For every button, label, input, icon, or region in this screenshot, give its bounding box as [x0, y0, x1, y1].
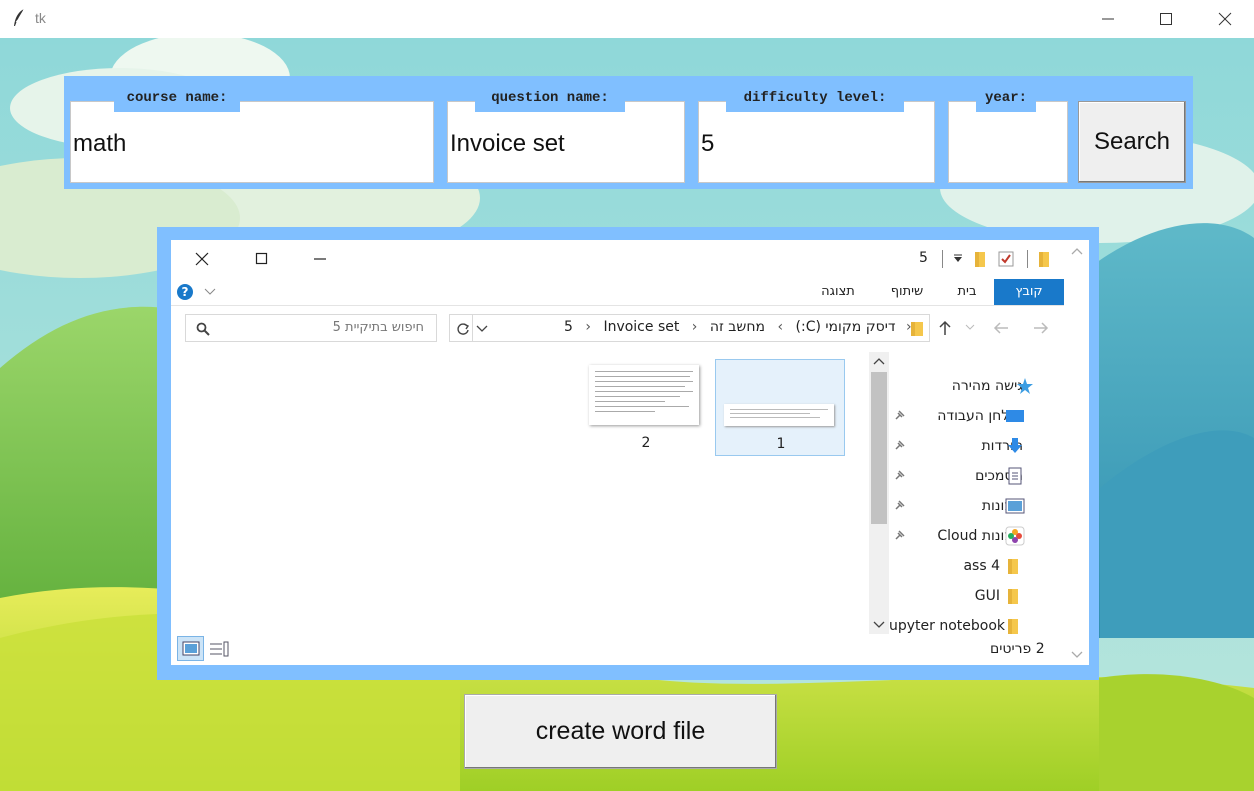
- explorer-minimize-icon[interactable]: [313, 252, 327, 266]
- photos-app-icon: [1005, 526, 1025, 546]
- up-arrow-icon[interactable]: [938, 320, 952, 336]
- nav-item-gui[interactable]: GUI: [975, 585, 1000, 607]
- folder-icon: [1008, 619, 1018, 634]
- explorer-scrollbar[interactable]: [1066, 240, 1089, 665]
- feather-icon: [14, 8, 25, 26]
- download-icon: [1008, 438, 1022, 453]
- close-button[interactable]: [1196, 0, 1254, 38]
- explorer-close-icon[interactable]: [195, 252, 209, 266]
- chevron-down-icon[interactable]: [965, 323, 975, 331]
- folder-icon: [1008, 559, 1018, 574]
- difficulty-level-field[interactable]: 5: [698, 101, 935, 183]
- desktop-icon: [1006, 410, 1024, 422]
- scroll-down-icon[interactable]: [873, 620, 885, 630]
- tab-view[interactable]: תצוגה: [811, 279, 865, 305]
- forward-arrow-icon[interactable]: [1033, 321, 1049, 335]
- minimize-icon: [1102, 18, 1114, 20]
- explorer-maximize-icon[interactable]: [255, 252, 269, 266]
- file-item-1[interactable]: 1: [715, 359, 845, 456]
- file-thumbnail: [724, 404, 834, 426]
- status-item-count: 2 פריטים: [990, 641, 1045, 657]
- breadcrumb-item-local-disk[interactable]: דיסק מקומי (C:): [796, 319, 896, 335]
- file-name: 1: [776, 436, 786, 452]
- search-icon: [196, 322, 210, 336]
- explorer-title: 5: [919, 250, 928, 266]
- close-icon: [1218, 12, 1232, 26]
- pin-icon[interactable]: [893, 528, 907, 542]
- chevron-down-icon[interactable]: [476, 324, 488, 334]
- svg-text:?: ?: [182, 285, 189, 299]
- tab-share[interactable]: שיתוף: [879, 279, 935, 305]
- breadcrumb-item-this-pc[interactable]: מחשב זה: [710, 319, 765, 335]
- nav-item-jupyter[interactable]: upyter notebook: [889, 615, 1005, 637]
- document-icon: [1008, 467, 1022, 485]
- search-folder-input[interactable]: חיפוש בתיקיית 5: [185, 314, 437, 342]
- year-field[interactable]: [948, 101, 1068, 183]
- difficulty-level-label: difficulty level:: [726, 90, 904, 112]
- maximize-button[interactable]: [1137, 0, 1195, 38]
- scroll-down-icon[interactable]: [1071, 650, 1083, 660]
- nav-item-quick-access[interactable]: גישה מהירה: [952, 375, 1023, 397]
- pin-icon[interactable]: [893, 438, 907, 452]
- file-name: 2: [641, 435, 651, 451]
- pin-icon[interactable]: [893, 498, 907, 512]
- scroll-thumb[interactable]: [871, 372, 887, 524]
- question-name-field[interactable]: Invoice set: [447, 101, 685, 183]
- dropdown-arrow-icon[interactable]: [953, 254, 963, 264]
- properties-check-icon[interactable]: [997, 250, 1015, 268]
- star-icon: [1017, 378, 1033, 394]
- large-icons-view-button[interactable]: [177, 636, 204, 661]
- nav-scrollbar[interactable]: [869, 352, 889, 634]
- title-bar: tk: [0, 0, 1254, 38]
- folder-icon[interactable]: [973, 250, 987, 268]
- year-label: year:: [976, 90, 1036, 112]
- scroll-up-icon[interactable]: [873, 356, 885, 366]
- scroll-up-icon[interactable]: [1071, 246, 1083, 256]
- course-name-label: course name:: [114, 90, 240, 112]
- address-divider: [472, 315, 473, 341]
- question-name-value: Invoice set: [450, 130, 565, 157]
- ribbon-divider: [171, 305, 1064, 306]
- folder-icon: [911, 322, 923, 336]
- minimize-button[interactable]: [1079, 0, 1137, 38]
- maximize-icon: [1160, 13, 1172, 25]
- refresh-icon[interactable]: [456, 322, 470, 336]
- file-thumbnail: [589, 365, 699, 425]
- address-bar[interactable]: 5 › Invoice set › דיסק מקומי (C:) › מחשב…: [449, 314, 930, 342]
- help-icon[interactable]: ?: [176, 283, 194, 301]
- chevron-down-icon[interactable]: [204, 287, 216, 297]
- search-placeholder: חיפוש בתיקיית 5: [332, 320, 424, 335]
- folder-icon: [1039, 252, 1049, 267]
- title-separator-2: [1027, 250, 1028, 268]
- breadcrumb: 5 › Invoice set › דיסק מקומי (C:) › מחשב…: [564, 319, 912, 335]
- search-button[interactable]: Search: [1078, 101, 1186, 183]
- file-item-2[interactable]: 2: [581, 359, 711, 456]
- back-arrow-icon[interactable]: [993, 321, 1009, 335]
- window-title: tk: [35, 10, 46, 26]
- difficulty-level-value: 5: [701, 130, 715, 157]
- file-explorer-window: 5 ? קובץ בית שיתוף תצוגה חיפוש בתיקיית 5…: [171, 240, 1089, 665]
- course-name-value: math: [73, 130, 127, 157]
- details-view-icon[interactable]: [209, 641, 229, 657]
- folder-icon: [1008, 589, 1018, 604]
- breadcrumb-item-5[interactable]: 5: [564, 319, 573, 335]
- pin-icon[interactable]: [893, 468, 907, 482]
- nav-item-ass4[interactable]: ass 4: [963, 555, 1000, 577]
- breadcrumb-item-invoice-set[interactable]: Invoice set: [603, 319, 679, 335]
- tab-home[interactable]: בית: [946, 279, 988, 305]
- thumbnail-view-icon: [182, 641, 200, 656]
- course-name-field[interactable]: math: [70, 101, 434, 183]
- pictures-icon: [1005, 498, 1025, 514]
- create-word-file-button[interactable]: create word file: [464, 694, 777, 769]
- title-separator: [942, 250, 943, 268]
- question-name-label: question name:: [475, 90, 625, 112]
- pin-icon[interactable]: [893, 408, 907, 422]
- tab-file[interactable]: קובץ: [994, 279, 1064, 305]
